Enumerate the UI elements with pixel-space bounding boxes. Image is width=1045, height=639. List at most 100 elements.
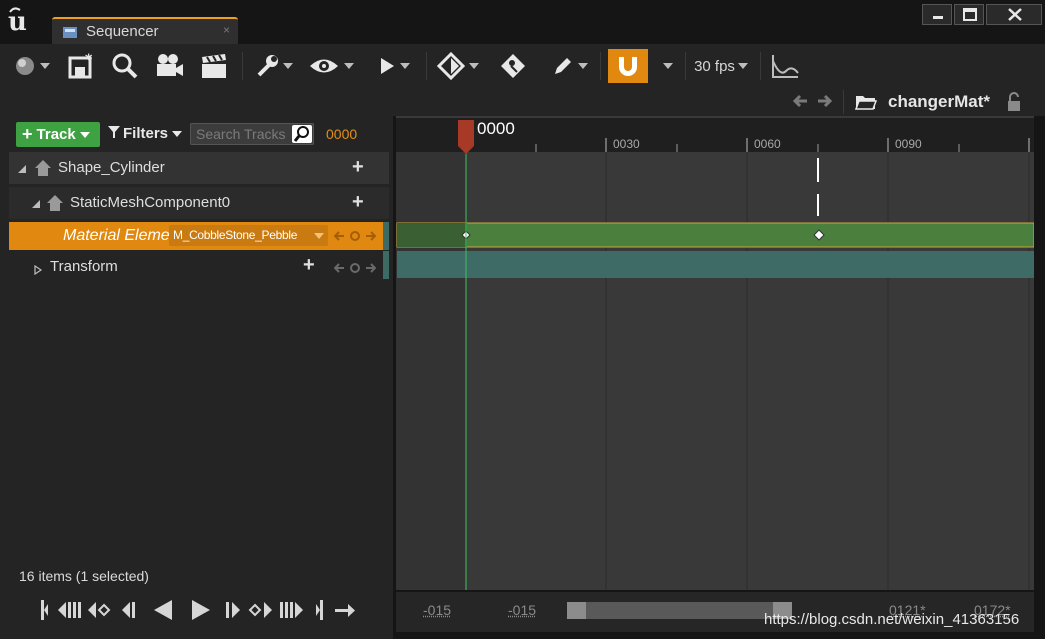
save-button[interactable]: * [64, 48, 98, 84]
watermark-text: https://blog.csdn.net/weixin_41363156 [764, 611, 1020, 628]
svg-text:*: * [85, 52, 93, 68]
track-row-static-mesh-component[interactable]: StaticMeshComponent0 + [9, 187, 389, 219]
lock-icon[interactable] [1006, 92, 1024, 117]
track-row-transform[interactable]: Transform + [9, 254, 389, 280]
search-placeholder: Search Tracks [196, 126, 286, 142]
loop-icon[interactable] [335, 604, 355, 617]
add-icon[interactable]: + [352, 156, 364, 179]
expand-arrow-icon[interactable] [33, 262, 43, 279]
filter-icon [108, 125, 120, 142]
key-icon [437, 52, 465, 80]
play-icon[interactable] [192, 600, 210, 620]
track-button-label: Track [36, 126, 76, 143]
camera-button[interactable] [151, 48, 187, 84]
component-icon [45, 193, 65, 217]
timeline-area[interactable] [396, 116, 1034, 590]
wrench-icon [255, 53, 279, 79]
tools-menu-button[interactable] [252, 48, 296, 84]
track-color-strip [383, 222, 389, 250]
add-icon[interactable]: + [352, 191, 364, 214]
folder-icon[interactable] [854, 93, 878, 116]
material-dropdown[interactable]: M_CobbleStone_Pebble [169, 225, 328, 246]
world-icon [14, 55, 36, 77]
close-button[interactable] [986, 4, 1042, 25]
prev-key-icon[interactable] [333, 261, 346, 278]
maximize-button[interactable] [954, 4, 984, 25]
fps-dropdown[interactable]: 30 fps [690, 48, 752, 84]
snap-toggle-button[interactable] [608, 49, 648, 83]
track-row-shape-cylinder[interactable]: Shape_Cylinder + [9, 152, 389, 184]
forward-arrow-icon[interactable] [816, 93, 833, 114]
chevron-down-icon [663, 63, 673, 69]
tick-label: 0090 [895, 137, 922, 151]
track-label: Shape_Cylinder [58, 159, 165, 176]
back-arrow-icon[interactable] [792, 93, 809, 114]
camera-icon [154, 52, 184, 80]
collapse-arrow-icon[interactable] [31, 196, 41, 213]
add-track-button[interactable]: + Track [16, 122, 100, 147]
jump-to-start-icon[interactable] [41, 600, 48, 620]
render-movie-button[interactable] [196, 48, 232, 84]
track-color-strip [383, 251, 389, 279]
sequence-nav-bar: changerMat* [0, 88, 1045, 116]
track-row-material-element[interactable]: Material Eleme M_CobbleStone_Pebble [9, 222, 389, 250]
view-start-time[interactable]: -015 [423, 602, 451, 618]
auto-key-button[interactable] [494, 48, 532, 84]
prev-key-icon[interactable] [333, 229, 346, 246]
tick-label: 0030 [613, 137, 640, 151]
edit-menu-button[interactable] [548, 48, 592, 84]
current-time-display[interactable]: 0000 [326, 126, 357, 142]
add-icon[interactable]: + [303, 254, 315, 277]
tab-label: Sequencer [86, 23, 159, 40]
play-icon [378, 56, 396, 76]
key-group-menu-button[interactable] [434, 48, 482, 84]
filters-label: Filters [123, 125, 169, 142]
add-key-icon[interactable] [349, 229, 361, 246]
next-key-icon[interactable] [248, 602, 272, 618]
title-bar: u Sequencer × [0, 0, 1045, 44]
toolbar: * 30 fps [0, 44, 1045, 88]
curve-icon [770, 53, 800, 79]
play-reverse-icon[interactable] [154, 600, 172, 620]
playhead-handle[interactable] [458, 120, 474, 159]
track-label: StaticMeshComponent0 [70, 194, 231, 211]
tab-close-icon[interactable]: × [223, 23, 230, 37]
magnet-icon [615, 53, 641, 79]
search-tracks-input[interactable]: Search Tracks [190, 123, 314, 145]
minimize-button[interactable] [922, 4, 952, 25]
tab-sequencer[interactable]: Sequencer × [52, 17, 238, 44]
playhead-time: 0000 [477, 119, 515, 138]
fps-label: 30 fps [694, 57, 735, 75]
range-scrollbar[interactable] [567, 602, 792, 619]
tick-label: 0060 [754, 137, 781, 151]
eye-icon [308, 55, 340, 77]
step-back-frame-icon[interactable] [122, 602, 135, 618]
track-label: Transform [50, 258, 118, 275]
next-key-icon[interactable] [364, 261, 377, 278]
world-menu-button[interactable] [12, 48, 52, 84]
chevron-down-icon [314, 233, 324, 239]
snap-menu-button[interactable] [656, 48, 680, 84]
range-handle-left[interactable] [567, 602, 586, 619]
add-key-icon[interactable] [349, 261, 361, 278]
items-count: 16 items (1 selected) [19, 568, 149, 584]
step-forward-frame-icon[interactable] [226, 602, 240, 618]
step-back-key-icon[interactable] [58, 602, 81, 618]
step-forward-key-icon[interactable] [280, 602, 303, 618]
clapperboard-icon [199, 52, 229, 80]
search-icon [292, 125, 312, 143]
material-value: M_CobbleStone_Pebble [173, 228, 298, 242]
collapse-arrow-icon[interactable] [17, 161, 27, 178]
view-menu-button[interactable] [306, 48, 356, 84]
jump-to-end-icon[interactable] [316, 600, 323, 620]
playback-menu-button[interactable] [372, 48, 416, 84]
playback-start-time[interactable]: -015 [508, 602, 536, 618]
next-key-icon[interactable] [364, 229, 377, 246]
pencil-icon [552, 55, 574, 77]
find-button[interactable] [108, 48, 142, 84]
filters-button[interactable]: Filters [108, 125, 183, 142]
save-icon: * [67, 52, 95, 80]
prev-key-icon[interactable] [88, 602, 111, 618]
curve-editor-button[interactable] [766, 48, 804, 84]
transport-controls [0, 593, 393, 639]
